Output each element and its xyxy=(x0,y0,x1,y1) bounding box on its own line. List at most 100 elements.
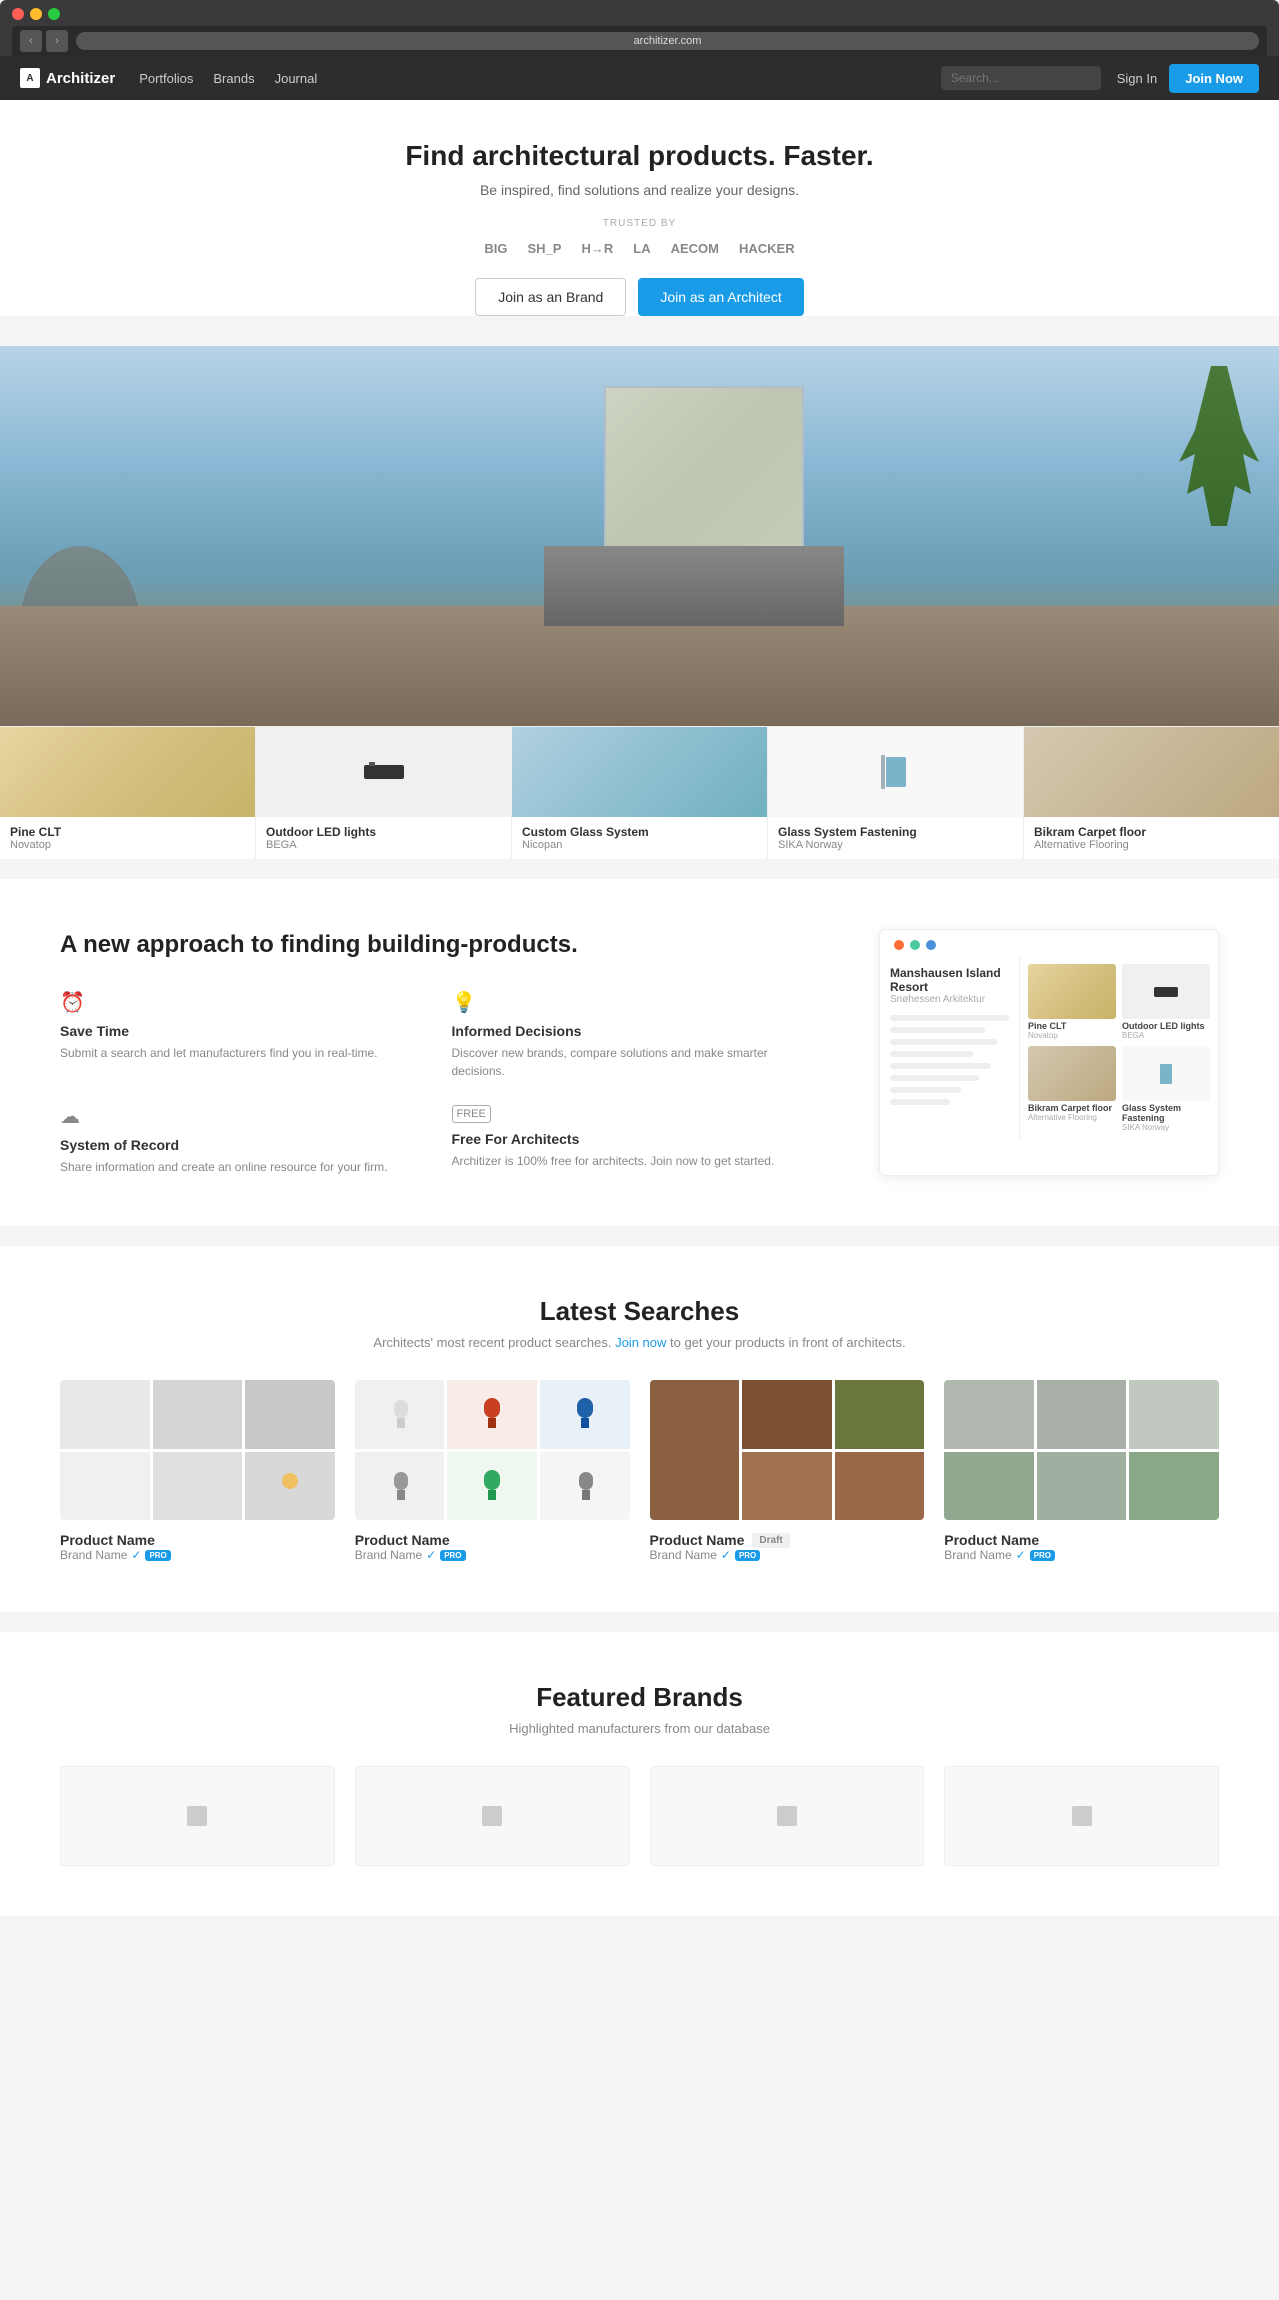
join-now-link[interactable]: Join now xyxy=(615,1335,666,1350)
search-card-0[interactable]: Product Name Brand Name ✓ PRO xyxy=(60,1380,335,1562)
subtitle-text-after: to get your products in front of archite… xyxy=(670,1335,906,1350)
search-img xyxy=(355,1380,445,1449)
app-thumb-brand-0: Novatop xyxy=(1028,1031,1116,1040)
brand-card-3[interactable] xyxy=(944,1766,1219,1866)
bulb-icon: 💡 xyxy=(452,990,820,1015)
search-card-brand-0: Brand Name ✓ PRO xyxy=(60,1548,335,1562)
building-support xyxy=(544,546,844,626)
dot-yellow[interactable] xyxy=(30,8,42,20)
building-shape xyxy=(544,386,864,626)
free-icon: FREE xyxy=(452,1105,491,1123)
app-thumb-brand-2: Alternative Flooring xyxy=(1028,1113,1116,1122)
search-img xyxy=(355,1452,445,1521)
nav-link-brands[interactable]: Brands xyxy=(213,71,254,86)
nav-link-portfolios[interactable]: Portfolios xyxy=(139,71,193,86)
featured-brands-subtitle: Highlighted manufacturers from our datab… xyxy=(60,1721,1219,1736)
trust-logo-big: BIG xyxy=(484,241,507,256)
app-thumb-img-1 xyxy=(1122,964,1210,1019)
browser-chrome: ‹ › architizer.com xyxy=(0,0,1279,56)
app-thumb-1: Outdoor LED lights BEGA xyxy=(1122,964,1210,1040)
search-card-images-1 xyxy=(355,1380,630,1520)
app-project-name: Manshausen Island Resort xyxy=(890,966,1009,994)
forward-button[interactable]: › xyxy=(46,30,68,52)
pro-badge-3: PRO xyxy=(1030,1550,1055,1561)
dot-green2 xyxy=(910,940,920,950)
search-card-images-0 xyxy=(60,1380,335,1520)
feature-name-1: Informed Decisions xyxy=(452,1023,820,1039)
search-img xyxy=(245,1452,335,1521)
product-thumb-name-0: Pine CLT xyxy=(10,825,245,839)
site-nav: A Architizer Portfolios Brands Journal S… xyxy=(0,56,1279,100)
app-line xyxy=(890,1087,961,1093)
feature-save-time: ⏰ Save Time Submit a search and let manu… xyxy=(60,990,428,1080)
pro-badge-2: PRO xyxy=(735,1550,760,1561)
product-thumb-name-2: Custom Glass System xyxy=(522,825,757,839)
search-img xyxy=(1037,1452,1127,1521)
dot-green[interactable] xyxy=(48,8,60,20)
product-thumb-brand-3: SIKA Norway xyxy=(778,839,1013,851)
join-brand-button[interactable]: Join as an Brand xyxy=(475,278,626,316)
search-card-images-2 xyxy=(650,1380,925,1520)
product-thumb-img-1 xyxy=(256,727,511,817)
feature-desc-0: Submit a search and let manufacturers fi… xyxy=(60,1044,428,1062)
product-thumb-3[interactable]: Glass System Fastening SIKA Norway xyxy=(768,727,1024,859)
product-thumb-brand-0: Novatop xyxy=(10,839,245,851)
app-line xyxy=(890,1039,997,1045)
search-card-2[interactable]: Product Name Draft Brand Name ✓ PRO xyxy=(650,1380,925,1562)
search-img xyxy=(944,1452,1034,1521)
nav-link-journal[interactable]: Journal xyxy=(275,71,318,86)
verified-icon-3: ✓ xyxy=(1016,1548,1026,1562)
dot-red[interactable] xyxy=(12,8,24,20)
featured-brands-title: Featured Brands xyxy=(60,1682,1219,1713)
product-thumb-name-4: Bikram Carpet floor xyxy=(1034,825,1269,839)
pro-badge-0: PRO xyxy=(145,1550,170,1561)
address-bar[interactable]: architizer.com xyxy=(76,32,1259,50)
hero-image xyxy=(0,346,1279,726)
search-img xyxy=(245,1380,335,1449)
join-architect-button[interactable]: Join as an Architect xyxy=(638,278,803,316)
nav-logo[interactable]: A Architizer xyxy=(20,68,115,88)
hero-section: Find architectural products. Faster. Be … xyxy=(0,100,1279,316)
pro-badge-1: PRO xyxy=(440,1550,465,1561)
brand-text-3: Brand Name xyxy=(944,1548,1011,1562)
brand-card-1[interactable] xyxy=(355,1766,630,1866)
app-thumb-2: Bikram Carpet floor Alternative Flooring xyxy=(1028,1046,1116,1132)
dot-blue xyxy=(926,940,936,950)
subtitle-text-before: Architects' most recent product searches… xyxy=(373,1335,611,1350)
app-line xyxy=(890,1051,973,1057)
brand-card-2[interactable] xyxy=(650,1766,925,1866)
app-lines xyxy=(890,1015,1009,1105)
product-thumb-0[interactable]: Pine CLT Novatop xyxy=(0,727,256,859)
app-thumb-label-3: Glass System Fastening xyxy=(1122,1103,1210,1123)
product-thumb-brand-1: BEGA xyxy=(266,839,501,851)
browser-toolbar: ‹ › architizer.com xyxy=(12,26,1267,56)
product-thumb-2[interactable]: Custom Glass System Nicopan xyxy=(512,727,768,859)
nav-right: Sign In Join Now xyxy=(1117,64,1259,93)
search-card-brand-3: Brand Name ✓ PRO xyxy=(944,1548,1219,1562)
signin-button[interactable]: Sign In xyxy=(1117,71,1157,86)
app-thumb-brand-1: BEGA xyxy=(1122,1031,1210,1040)
app-main: Pine CLT Novatop Outdoor LED lights BEGA… xyxy=(1020,956,1218,1140)
app-preview: Manshausen Island Resort Snøhessen Arkit… xyxy=(879,929,1219,1176)
product-thumb-1[interactable]: Outdoor LED lights BEGA xyxy=(256,727,512,859)
search-card-1[interactable]: Product Name Brand Name ✓ PRO xyxy=(355,1380,630,1562)
back-button[interactable]: ‹ xyxy=(20,30,42,52)
cta-buttons: Join as an Brand Join as an Architect xyxy=(20,278,1259,316)
dot-orange xyxy=(894,940,904,950)
joinnow-button[interactable]: Join Now xyxy=(1169,64,1259,93)
app-thumb-label-0: Pine CLT xyxy=(1028,1021,1116,1031)
product-thumb-4[interactable]: Bikram Carpet floor Alternative Flooring xyxy=(1024,727,1279,859)
hero-title: Find architectural products. Faster. xyxy=(20,140,1259,172)
search-img xyxy=(60,1380,150,1449)
product-thumb-brand-2: Nicopan xyxy=(522,839,757,851)
search-img xyxy=(835,1380,925,1449)
logo-icon: A xyxy=(20,68,40,88)
features-title: A new approach to finding building-produ… xyxy=(60,929,819,960)
trust-logo-hr: H→R xyxy=(581,241,613,256)
brand-card-0[interactable] xyxy=(60,1766,335,1866)
search-card-3[interactable]: Product Name Brand Name ✓ PRO xyxy=(944,1380,1219,1562)
search-input[interactable] xyxy=(941,66,1101,90)
brand-logo-0 xyxy=(177,1796,217,1836)
search-img xyxy=(742,1380,832,1449)
feature-desc-3: Architizer is 100% free for architects. … xyxy=(452,1152,820,1170)
